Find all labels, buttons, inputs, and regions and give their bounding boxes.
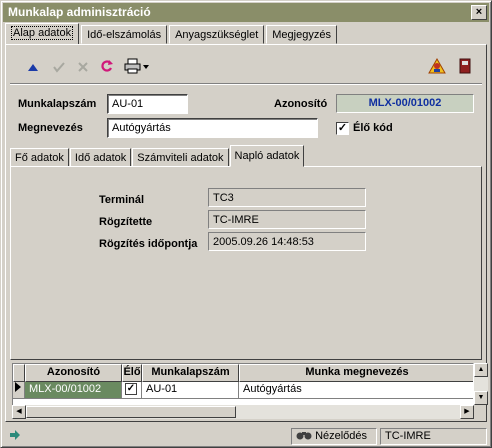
exit-door-icon[interactable] [454, 58, 476, 80]
tab-megjegyzes[interactable]: Megjegyzés [266, 25, 337, 44]
terminal-value: TC3 [208, 188, 366, 207]
toolbar [12, 55, 478, 83]
tab-anyagszukseglet[interactable]: Anyagszükséglet [169, 25, 265, 44]
scroll-thumb[interactable] [26, 406, 236, 418]
rogzites-idopontja-value: 2005.09.26 14:48:53 [208, 232, 366, 251]
row-indicator-icon [13, 382, 25, 399]
grid-indicator-header [13, 364, 25, 382]
rogzitette-value: TC-IMRE [208, 210, 366, 229]
tab-ido-elszamolas[interactable]: Idő-elszámolás [81, 25, 168, 44]
refresh-icon[interactable] [96, 58, 118, 80]
grid-header-azonosito[interactable]: Azonosító [25, 364, 122, 382]
printer-icon[interactable] [122, 58, 152, 80]
main-tabs: Alap adatok Idő-elszámolás Anyagszükségl… [5, 23, 339, 44]
toolbar-separator [10, 83, 482, 85]
megnevezes-label: Megnevezés [18, 122, 83, 134]
grid-header-elo[interactable]: Élő [122, 364, 142, 382]
table-row-munkalapszam[interactable]: AU-01 [142, 382, 239, 399]
table-row-megnevezes[interactable]: Autógyártás [239, 382, 473, 399]
naplo-panel: Terminál TC3 Rögzítette TC-IMRE Rögzítés… [10, 166, 482, 360]
azonosito-label: Azonosító [274, 98, 328, 110]
grid-vertical-scrollbar[interactable]: ▲ ▼ [474, 363, 488, 405]
status-user: TC-IMRE [380, 428, 487, 445]
tab-alap-adatok[interactable]: Alap adatok [5, 23, 80, 44]
elo-kod-checkbox[interactable]: ✓ [336, 122, 349, 135]
main-panel: Munkalapszám AU-01 Azonosító MLX-00/0100… [5, 44, 488, 422]
elo-kod-label: Élő kód [353, 122, 393, 134]
user-warning-icon[interactable] [426, 57, 448, 80]
close-button[interactable]: × [471, 5, 487, 20]
status-mode: Nézelődés [291, 428, 377, 445]
table-row-azonosito[interactable]: MLX-00/01002 [25, 382, 122, 399]
grid-header-munkalapszam[interactable]: Munkalapszám [142, 364, 239, 382]
row-elo-checkbox[interactable]: ✓ [125, 383, 137, 395]
window: Munkalap adminisztráció × Alap adatok Id… [0, 0, 492, 448]
munkalapszam-input[interactable]: AU-01 [107, 94, 188, 114]
sub-tabs: Fő adatok Idő adatok Számviteli adatok N… [10, 145, 305, 167]
arrow-up-icon[interactable] [22, 58, 44, 80]
grid-horizontal-scrollbar[interactable]: ◀ ▶ [12, 405, 474, 419]
cancel-x-icon[interactable] [72, 58, 94, 80]
subtab-naplo-adatok[interactable]: Napló adatok [229, 145, 305, 167]
binoculars-icon [296, 432, 312, 440]
grid-header-munka-megnevezes[interactable]: Munka megnevezés [239, 364, 473, 382]
munkalapszam-label: Munkalapszám [18, 98, 97, 110]
subtab-szamviteli-adatok[interactable]: Számviteli adatok [132, 148, 229, 167]
subtab-ido-adatok[interactable]: Idő adatok [69, 148, 132, 167]
status-arrow-icon [5, 428, 287, 445]
status-mode-text: Nézelődés [315, 430, 368, 442]
megnevezes-input[interactable]: Autógyártás [107, 118, 318, 138]
window-title: Munkalap adminisztráció [8, 5, 151, 19]
subtab-fo-adatok[interactable]: Fő adatok [10, 148, 69, 167]
check-icon[interactable] [48, 58, 70, 80]
scroll-down-icon[interactable]: ▼ [474, 391, 488, 405]
terminal-label: Terminál [99, 194, 145, 206]
table-row-elo[interactable]: ✓ [122, 382, 142, 399]
azonosito-value: MLX-00/01002 [336, 94, 474, 113]
scroll-up-icon[interactable]: ▲ [474, 363, 488, 377]
rogzites-idopontja-label: Rögzítés időpontja [99, 238, 198, 250]
scroll-right-icon[interactable]: ▶ [460, 405, 474, 419]
scroll-left-icon[interactable]: ◀ [12, 405, 26, 419]
status-bar: Nézelődés TC-IMRE [3, 426, 489, 446]
title-bar[interactable]: Munkalap adminisztráció × [3, 3, 489, 22]
rogzitette-label: Rögzítette [99, 216, 153, 228]
